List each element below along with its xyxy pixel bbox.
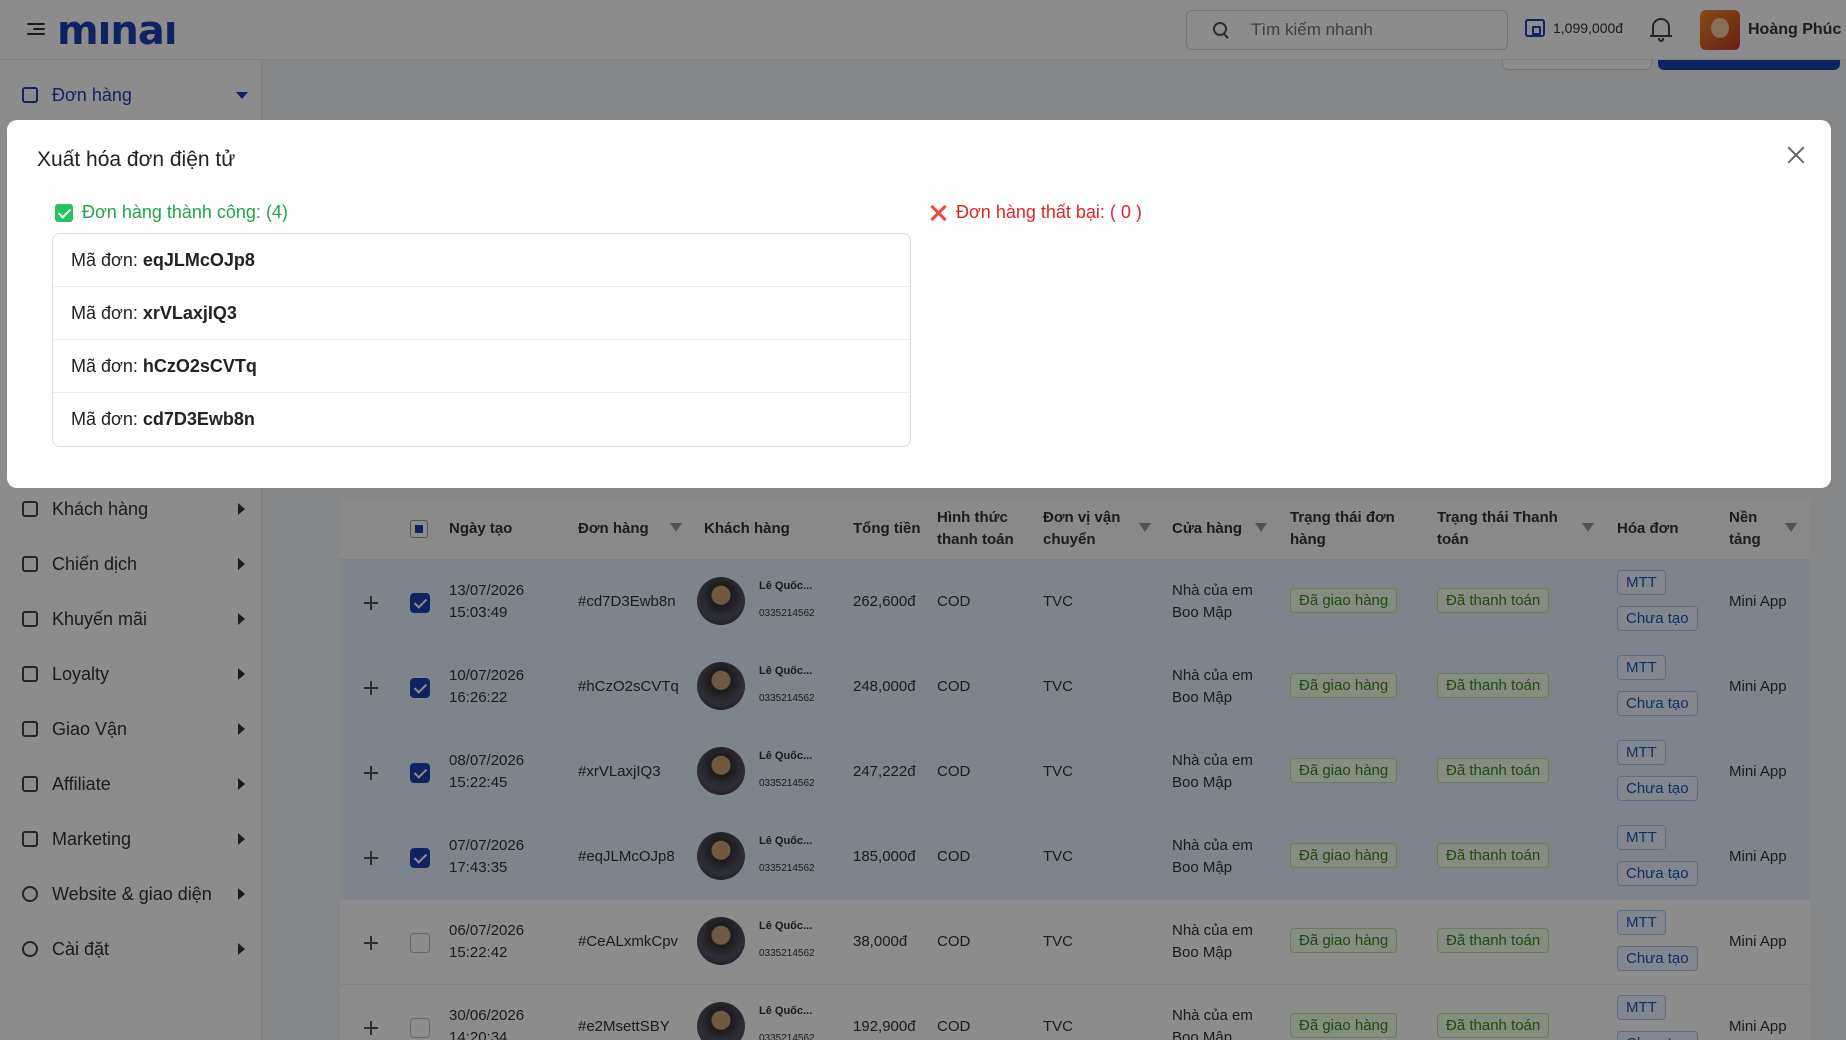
check-icon — [55, 203, 73, 222]
list-item: Mã đơn: eqJLMcOJp8 — [53, 234, 910, 287]
einvoice-modal: Xuất hóa đơn điện tử Đơn hàng thành công… — [7, 120, 1831, 488]
success-order-list: Mã đơn: eqJLMcOJp8 Mã đơn: xrVLaxjIQ3 Mã… — [52, 233, 911, 447]
modal-title: Xuất hóa đơn điện tử — [37, 148, 236, 171]
close-icon[interactable] — [1785, 144, 1807, 166]
success-header: Đơn hàng thành công: (4) — [55, 202, 288, 223]
cross-icon — [929, 204, 947, 222]
success-label: Đơn hàng thành công: (4) — [82, 202, 288, 222]
failed-label: Đơn hàng thất bại: ( 0 ) — [956, 202, 1142, 222]
order-code: xrVLaxjIQ3 — [142, 302, 237, 323]
list-item: Mã đơn: hCzO2sCVTq — [53, 340, 910, 393]
list-item: Mã đơn: xrVLaxjIQ3 — [53, 287, 910, 340]
order-code: eqJLMcOJp8 — [142, 249, 255, 270]
list-item: Mã đơn: cd7D3Ewb8n — [53, 393, 910, 446]
order-code: cd7D3Ewb8n — [142, 409, 255, 429]
order-prefix: Mã đơn: — [71, 302, 138, 323]
order-prefix: Mã đơn: — [71, 409, 138, 429]
order-prefix: Mã đơn: — [71, 355, 138, 376]
failed-header: Đơn hàng thất bại: ( 0 ) — [929, 202, 1142, 223]
order-prefix: Mã đơn: — [71, 249, 138, 270]
order-code: hCzO2sCVTq — [142, 355, 257, 376]
